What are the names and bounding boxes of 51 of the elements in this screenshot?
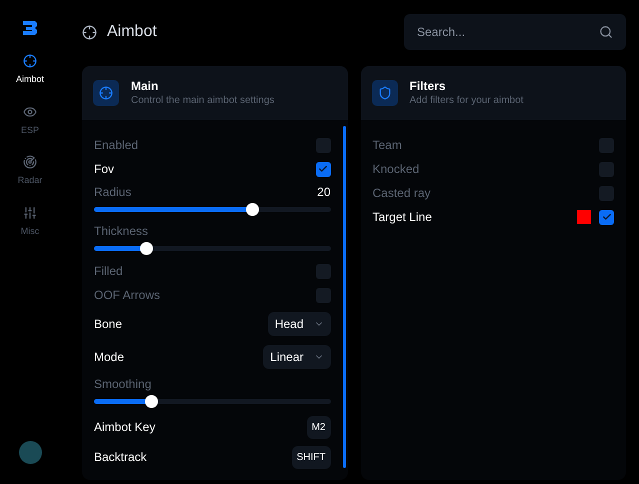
slider-thumb[interactable] — [144, 395, 158, 408]
checkbox[interactable] — [316, 264, 330, 278]
shield-icon — [378, 86, 392, 100]
option-label: Backtrack — [94, 449, 147, 466]
scrollbar[interactable] — [342, 126, 346, 468]
panel-subtitle: Add filters for your aimbot — [410, 94, 524, 108]
slider-value: 20 — [317, 184, 330, 201]
crosshair-icon — [82, 24, 97, 40]
panel-title: Filters — [410, 78, 447, 94]
option-label: Filled — [94, 263, 123, 280]
search-icon — [599, 25, 613, 39]
check-icon — [602, 212, 612, 222]
page-title: Aimbot — [107, 22, 157, 42]
slider-label: Radius — [94, 184, 132, 201]
slider-label: Smoothing — [94, 376, 152, 393]
logo-icon — [22, 20, 38, 36]
crosshair-icon — [99, 86, 113, 100]
panel-title: Main — [131, 78, 160, 94]
checkbox[interactable] — [599, 186, 614, 200]
search-field[interactable]: Search... — [404, 14, 626, 50]
crosshair-icon — [22, 54, 37, 68]
option-label: Fov — [94, 161, 114, 178]
option-label: OOF Arrows — [94, 287, 160, 304]
option-label: Aimbot Key — [94, 419, 156, 436]
checkbox[interactable] — [599, 210, 614, 224]
eye-icon — [22, 104, 37, 118]
option-label: Bone — [94, 316, 122, 332]
checkbox[interactable] — [599, 138, 614, 152]
color-swatch[interactable] — [577, 210, 591, 224]
checkbox[interactable] — [316, 288, 330, 302]
dropdown[interactable]: Head — [268, 312, 330, 336]
radar-icon — [22, 155, 37, 169]
option-label: Target Line — [372, 209, 432, 226]
keybind-button[interactable]: SHIFT — [292, 446, 330, 468]
check-icon — [318, 164, 328, 174]
keybind-button[interactable]: M2 — [306, 416, 330, 438]
option-label: Mode — [94, 348, 124, 366]
sliders-icon — [22, 206, 37, 220]
option-label: Casted ray — [372, 185, 431, 202]
checkbox[interactable] — [316, 162, 330, 176]
slider-thumb[interactable] — [140, 242, 154, 255]
sidebar-item[interactable]: Aimbot — [16, 54, 44, 86]
slider-thumb[interactable] — [246, 203, 260, 216]
checkbox[interactable] — [316, 138, 330, 152]
option-label: Team — [372, 137, 402, 154]
option-label: Enabled — [94, 137, 138, 154]
checkbox[interactable] — [599, 162, 614, 176]
dropdown[interactable]: Linear — [263, 344, 330, 368]
option-label: Knocked — [372, 161, 420, 178]
panel-subtitle: Control the main aimbot settings — [131, 94, 274, 108]
slider-label: Thickness — [94, 223, 148, 240]
